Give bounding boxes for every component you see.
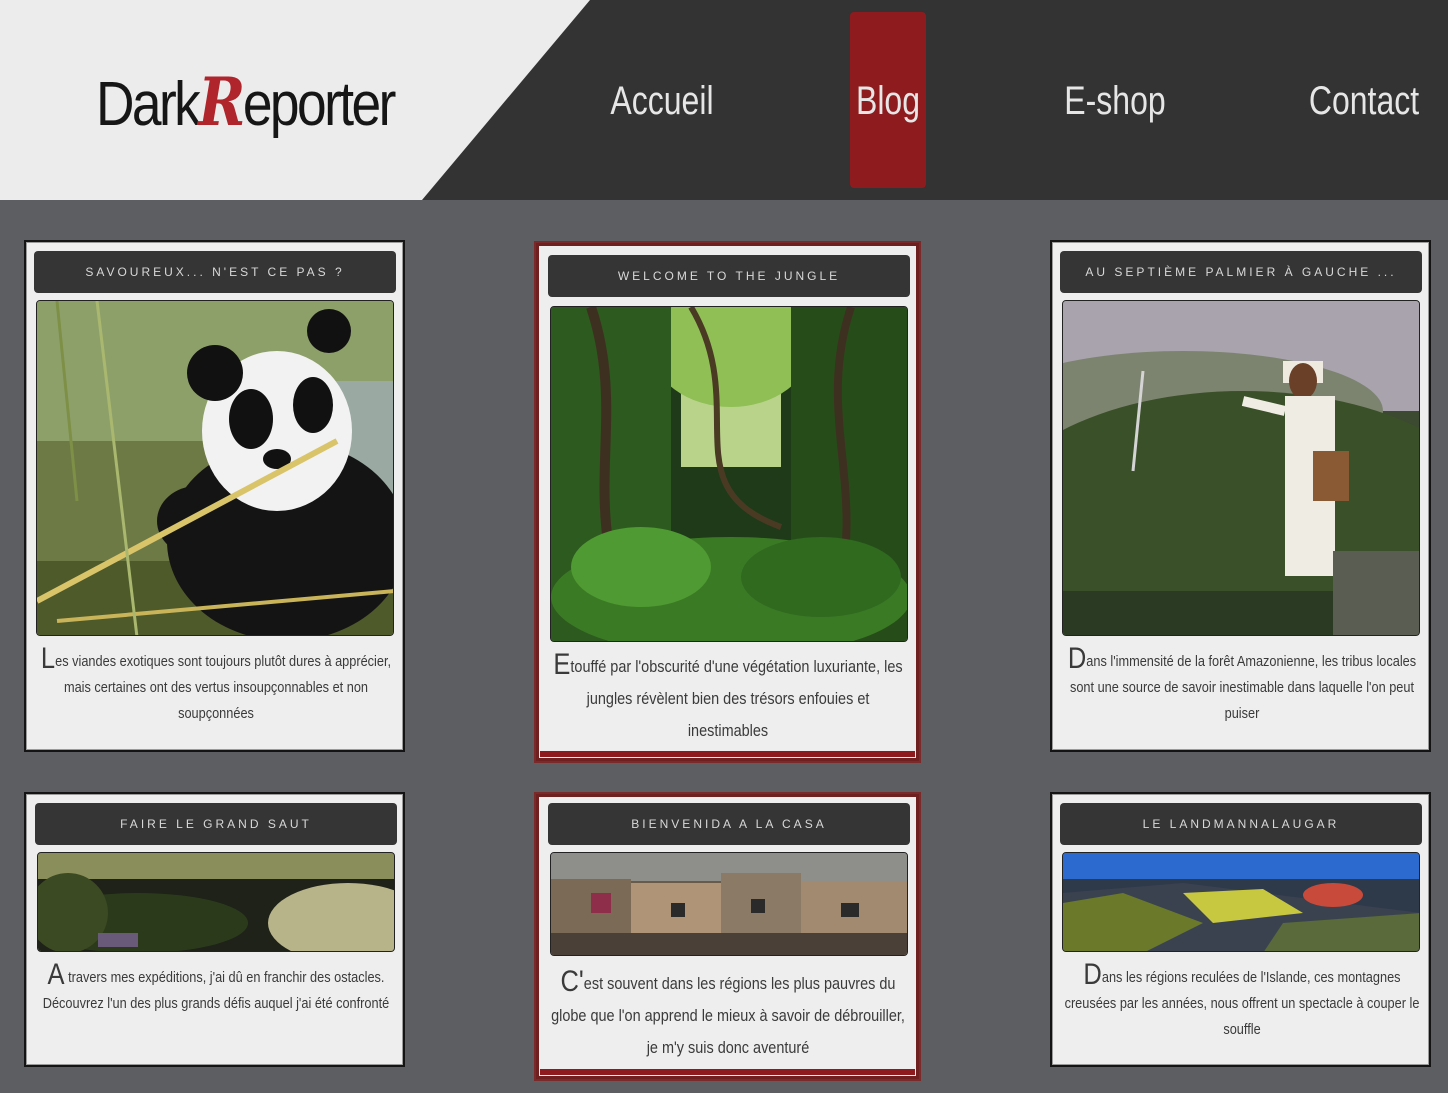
card-description: Etouffé par l'obscurité d'une végétation…: [550, 649, 907, 747]
blog-card-panda[interactable]: Savoureux... n'est ce pas ? Les viandes …: [24, 240, 405, 752]
card-image-iceland[interactable]: [1062, 852, 1420, 952]
blog-card-favela[interactable]: Bienvenida a la casa C'est souvent dans …: [534, 792, 921, 1081]
card-text: travers mes expéditions, j'ai dû en fran…: [42, 969, 390, 1012]
blog-card-landmannalaugar[interactable]: Le Landmannalaugar Dans les régions recu…: [1050, 792, 1431, 1067]
logo-r-mark: R: [198, 63, 245, 141]
card-dropcap: A: [47, 958, 65, 991]
card-title[interactable]: Savoureux... n'est ce pas ?: [34, 251, 396, 293]
card-text: es viandes exotiques sont toujours plutô…: [55, 653, 392, 722]
nav-blog[interactable]: Blog: [848, 70, 928, 132]
card-image-jungle[interactable]: [550, 306, 908, 642]
site-header: DarkReporter Accueil Blog E-shop Contact: [0, 0, 1448, 200]
card-dropcap: E: [553, 648, 571, 681]
nav-contact[interactable]: Contact: [1308, 70, 1420, 132]
blog-card-amazon[interactable]: Au septième palmier à gauche ... Dans l'…: [1050, 240, 1431, 752]
blog-card-jungle[interactable]: Welcome to the jungle Etouffé par l'obsc…: [534, 241, 921, 763]
logo-text-eporter: eporter: [242, 70, 396, 139]
card-description: Les viandes exotiques sont toujours plut…: [38, 644, 395, 727]
card-image-panda[interactable]: [36, 300, 394, 636]
card-image-grass-cliff[interactable]: [37, 852, 395, 952]
card-text: ans les régions reculées de l'Islande, c…: [1064, 969, 1420, 1038]
logo-text-dark: Dark: [96, 70, 201, 139]
card-dropcap: L: [40, 642, 56, 675]
card-description: C'est souvent dans les régions les plus …: [550, 966, 907, 1064]
card-title[interactable]: Faire le grand saut: [35, 803, 397, 845]
site-logo[interactable]: DarkReporter: [96, 62, 396, 145]
card-accent-bar: [540, 751, 915, 757]
card-title[interactable]: Le Landmannalaugar: [1060, 803, 1422, 845]
card-title[interactable]: Bienvenida a la casa: [548, 803, 910, 845]
card-image-favela[interactable]: [550, 852, 908, 956]
card-text: touffé par l'obscurité d'une végétation …: [570, 657, 903, 740]
card-dropcap: D: [1067, 642, 1087, 675]
card-dropcap: C': [560, 965, 584, 998]
card-description: Dans les régions reculées de l'Islande, …: [1064, 960, 1421, 1043]
card-text: est souvent dans les régions les plus pa…: [551, 974, 905, 1057]
card-text: ans l'immensité de la forêt Amazonienne,…: [1069, 653, 1417, 722]
card-dropcap: D: [1083, 958, 1102, 991]
card-title[interactable]: Au septième palmier à gauche ...: [1060, 251, 1422, 293]
nav-eshop[interactable]: E-shop: [1063, 70, 1167, 132]
card-accent-bar: [540, 1069, 915, 1075]
nav-accueil[interactable]: Accueil: [610, 70, 713, 132]
card-title[interactable]: Welcome to the jungle: [548, 255, 910, 297]
card-image-indigenous-man[interactable]: [1062, 300, 1420, 636]
card-description: Dans l'immensité de la forêt Amazonienne…: [1064, 644, 1421, 727]
blog-card-grand-saut[interactable]: Faire le grand saut A travers mes expédi…: [24, 792, 405, 1067]
card-description: A travers mes expéditions, j'ai dû en fr…: [38, 960, 395, 1017]
